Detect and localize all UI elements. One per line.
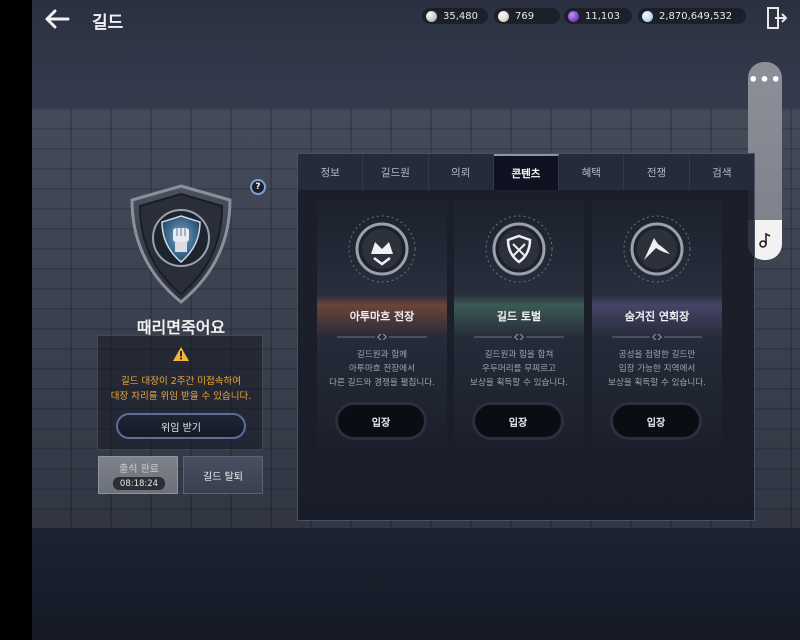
desc-line-1: 공성을 점령한 길드만	[618, 350, 696, 360]
purple-gem-icon	[568, 10, 579, 22]
leader-delegation-notice: 길드 대장이 2주간 미접속하여 대장 자리를 위임 받을 수 있습니다. 위임…	[97, 335, 263, 450]
exit-door-icon	[767, 7, 788, 29]
currency-silver: 35,480	[422, 8, 488, 24]
tab-info[interactable]: 정보	[298, 154, 364, 190]
content-description: 길드원과 함께 아투마흐 전장에서 다른 길드와 경쟁을 펼칩니다.	[313, 348, 451, 390]
back-arrow-icon	[45, 9, 70, 29]
desc-line-1: 길드원과 함께	[356, 350, 408, 360]
back-button[interactable]	[42, 6, 72, 32]
divider-ornament	[337, 334, 427, 340]
shield-emblem-icon	[485, 215, 553, 283]
exit-button[interactable]	[766, 6, 788, 30]
desc-line-3: 보상을 획득할 수 있습니다.	[470, 378, 568, 388]
notice-text: 길드 대장이 2주간 미접속하여 대장 자리를 위임 받을 수 있습니다.	[98, 374, 264, 404]
desc-line-2: 입장 가능한 지역에서	[618, 364, 696, 374]
delegate-button[interactable]: 위임 받기	[116, 413, 246, 439]
crown-emblem-icon	[348, 215, 416, 283]
attendance-button[interactable]: 출석 완료 08:18:24	[98, 456, 178, 494]
content-title: 아투마흐 전장	[349, 310, 415, 323]
guild-emblem	[126, 182, 236, 306]
content-description: 공성을 점령한 길드만 입장 가능한 지역에서 보상을 획득할 수 있습니다.	[588, 348, 726, 390]
enter-button[interactable]: 입장	[610, 402, 702, 440]
divider-ornament	[612, 334, 702, 340]
attendance-timer: 08:18:24	[113, 477, 165, 490]
currency-purple-gem: 11,103	[564, 8, 632, 24]
page-title: 길드	[92, 13, 124, 33]
tab-bar: 정보 길드원 의뢰 콘텐츠 혜택 전쟁 검색	[298, 154, 754, 190]
currency-value: 11,103	[585, 10, 620, 22]
tab-requests[interactable]: 의뢰	[429, 154, 494, 190]
tab-members[interactable]: 길드원	[363, 154, 429, 190]
desc-line-3: 보상을 획득할 수 있습니다.	[608, 378, 706, 388]
more-options-icon[interactable]: •••	[748, 70, 782, 89]
currency-pearl: 769	[494, 8, 560, 24]
enter-button[interactable]: 입장	[335, 402, 427, 440]
notice-line-1: 길드 대장이 2주간 미접속하여	[121, 376, 241, 387]
music-note-icon	[759, 232, 771, 248]
desc-line-2: 우두머리를 무찌르고	[482, 364, 556, 374]
enter-button[interactable]: 입장	[472, 402, 564, 440]
bottom-background	[32, 528, 800, 640]
leave-guild-button[interactable]: 길드 탈퇴	[183, 456, 263, 494]
content-card-atumah: 아투마흐 전장 길드원과 함께 아투마흐 전장에서 다른 길드와 경쟁을 펼칩니…	[317, 200, 447, 450]
desc-line-2: 아투마흐 전장에서	[349, 364, 415, 374]
silver-coin-icon	[426, 10, 437, 22]
content-description: 길드원과 힘을 합쳐 우두머리를 무찌르고 보상을 획득할 수 있습니다.	[450, 348, 588, 390]
content-card-raid: 길드 토벌 길드원과 힘을 합쳐 우두머리를 무찌르고 보상을 획득할 수 있습…	[454, 200, 584, 450]
currency-value: 2,870,649,532	[659, 10, 733, 22]
currency-value: 769	[515, 10, 535, 22]
shield-fist-icon	[130, 184, 232, 304]
tab-search[interactable]: 검색	[690, 154, 754, 190]
currency-value: 35,480	[443, 10, 478, 22]
attendance-label: 출석 완료	[119, 464, 159, 475]
pearl-icon	[498, 10, 509, 22]
content-title: 길드 토벌	[496, 310, 542, 323]
warning-icon	[173, 347, 189, 361]
content-card-banquet: 숨겨진 연회장 공성을 점령한 길드만 입장 가능한 지역에서 보상을 획득할 …	[592, 200, 722, 450]
tab-war[interactable]: 전쟁	[624, 154, 690, 190]
top-bar: 길드 35,480 769 11,103 2,870,649,532	[32, 0, 800, 38]
divider-ornament	[474, 334, 564, 340]
help-icon[interactable]: ?	[250, 179, 266, 195]
desc-line-1: 길드원과 힘을 합쳐	[484, 350, 554, 360]
desc-line-3: 다른 길드와 경쟁을 펼칩니다.	[329, 378, 435, 388]
crystal-icon	[642, 10, 653, 22]
tab-contents[interactable]: 콘텐츠	[493, 154, 560, 190]
tab-benefits[interactable]: 혜택	[559, 154, 625, 190]
currency-crystal: 2,870,649,532	[638, 8, 746, 24]
flag-emblem-icon	[623, 215, 691, 283]
content-title: 숨겨진 연회장	[624, 310, 690, 323]
notice-line-2: 대장 자리를 위임 받을 수 있습니다.	[110, 391, 252, 402]
left-black-bar	[0, 0, 32, 640]
